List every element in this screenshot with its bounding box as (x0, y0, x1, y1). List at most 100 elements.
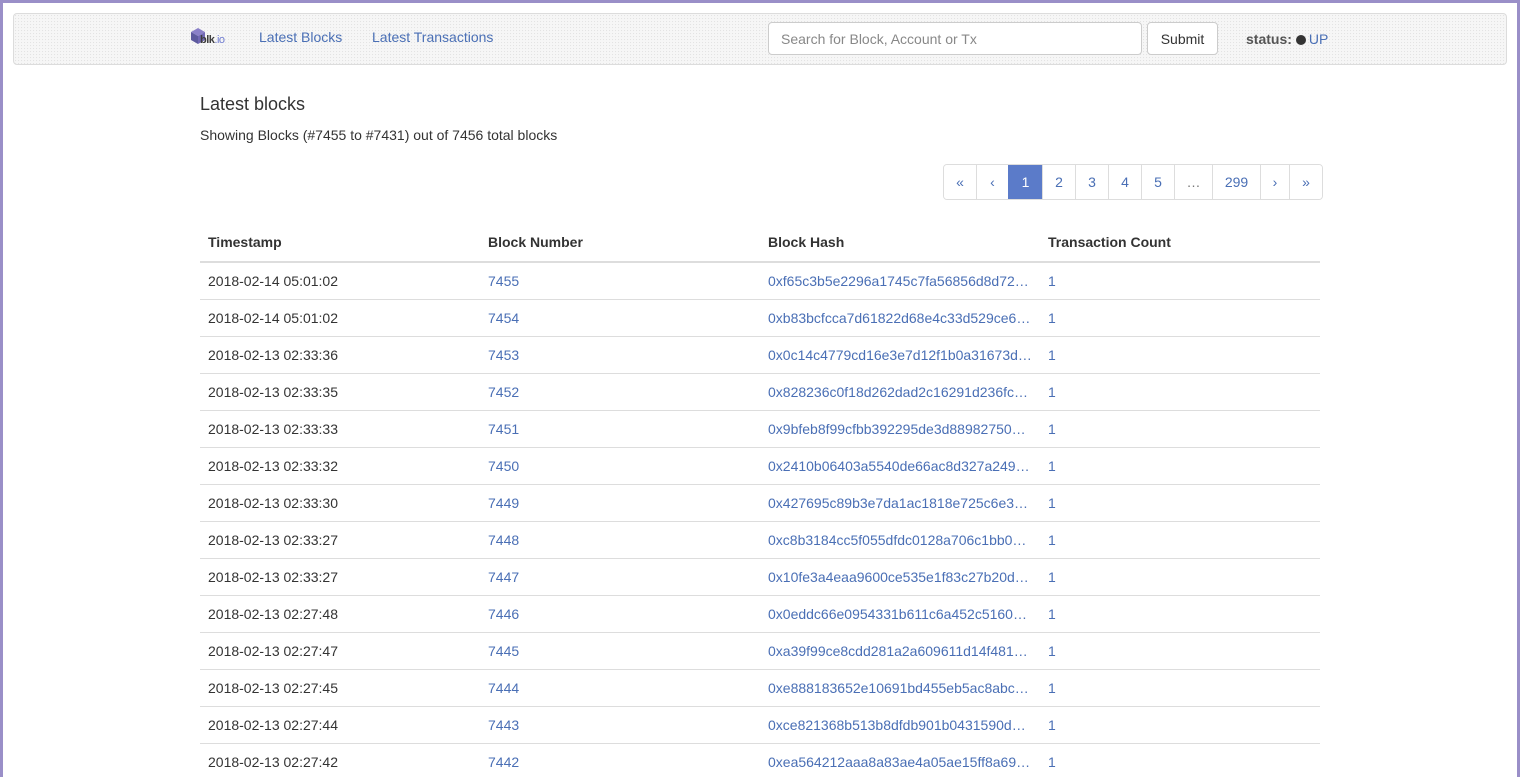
cell-transaction-count-link[interactable]: 1 (1040, 559, 1320, 596)
cell-block-number-link[interactable]: 7454 (480, 300, 760, 337)
page-last-button[interactable]: » (1289, 165, 1322, 199)
cell-block-number-link[interactable]: 7452 (480, 374, 760, 411)
cell-transaction-count-link[interactable]: 1 (1040, 262, 1320, 300)
cell-block-number-link[interactable]: 7451 (480, 411, 760, 448)
brand-logo[interactable]: blk.io (190, 27, 232, 51)
cell-transaction-count-link[interactable]: 1 (1040, 744, 1320, 780)
cell-block-number-link[interactable]: 7448 (480, 522, 760, 559)
cell-block-number-link[interactable]: 7444 (480, 670, 760, 707)
status-dot-icon (1296, 35, 1306, 45)
cell-block-number-link[interactable]: 7446 (480, 596, 760, 633)
table-row: 2018-02-13 02:27:4474430xce821368b513b8d… (200, 707, 1320, 744)
cell-block-hash-link[interactable]: 0xf65c3b5e2296a1745c7fa56856d8d72… (760, 262, 1040, 300)
blocks-summary: Showing Blocks (#7455 to #7431) out of 7… (200, 127, 557, 143)
cell-block-hash-link[interactable]: 0xe888183652e10691bd455eb5ac8abc… (760, 670, 1040, 707)
submit-button[interactable]: Submit (1147, 22, 1218, 55)
cell-timestamp: 2018-02-14 05:01:02 (200, 300, 480, 337)
page-1-button[interactable]: 1 (1008, 165, 1042, 199)
table-row: 2018-02-13 02:27:4274420xea564212aaa8a83… (200, 744, 1320, 780)
cell-block-number-link[interactable]: 7443 (480, 707, 760, 744)
page-2-button[interactable]: 2 (1042, 165, 1075, 199)
cell-transaction-count-link[interactable]: 1 (1040, 596, 1320, 633)
cell-block-hash-link[interactable]: 0x9bfeb8f99cfbb392295de3d88982750… (760, 411, 1040, 448)
page-ellipsis-button: … (1174, 165, 1212, 199)
cell-block-hash-link[interactable]: 0xb83bcfcca7d61822d68e4c33d529ce6… (760, 300, 1040, 337)
cell-block-hash-link[interactable]: 0x828236c0f18d262dad2c16291d236fc… (760, 374, 1040, 411)
cell-transaction-count-link[interactable]: 1 (1040, 337, 1320, 374)
page-3-button[interactable]: 3 (1075, 165, 1108, 199)
nav-latest-transactions[interactable]: Latest Transactions (372, 29, 493, 45)
cell-timestamp: 2018-02-13 02:27:44 (200, 707, 480, 744)
cell-block-hash-link[interactable]: 0xc8b3184cc5f055dfdc0128a706c1bb0… (760, 522, 1040, 559)
cell-timestamp: 2018-02-13 02:33:32 (200, 448, 480, 485)
table-row: 2018-02-14 05:01:0274550xf65c3b5e2296a17… (200, 262, 1320, 300)
cell-transaction-count-link[interactable]: 1 (1040, 411, 1320, 448)
header-timestamp: Timestamp (200, 223, 480, 262)
cell-block-hash-link[interactable]: 0x427695c89b3e7da1ac1818e725c6e3… (760, 485, 1040, 522)
table-header-row: Timestamp Block Number Block Hash Transa… (200, 223, 1320, 262)
cell-block-number-link[interactable]: 7449 (480, 485, 760, 522)
page-prev-button[interactable]: ‹ (976, 165, 1008, 199)
cell-timestamp: 2018-02-13 02:33:27 (200, 559, 480, 596)
cell-timestamp: 2018-02-13 02:33:35 (200, 374, 480, 411)
cell-block-number-link[interactable]: 7445 (480, 633, 760, 670)
status-label: status: (1246, 31, 1292, 47)
pagination: «‹12345…299›» (943, 164, 1323, 200)
blocks-table: Timestamp Block Number Block Hash Transa… (200, 223, 1320, 780)
table-row: 2018-02-13 02:33:3274500x2410b06403a5540… (200, 448, 1320, 485)
page-first-button[interactable]: « (944, 165, 976, 199)
cell-timestamp: 2018-02-13 02:27:45 (200, 670, 480, 707)
cell-block-number-link[interactable]: 7453 (480, 337, 760, 374)
page-299-button[interactable]: 299 (1212, 165, 1260, 199)
cell-transaction-count-link[interactable]: 1 (1040, 300, 1320, 337)
header-block-hash: Block Hash (760, 223, 1040, 262)
cell-block-hash-link[interactable]: 0x0c14c4779cd16e3e7d12f1b0a31673d… (760, 337, 1040, 374)
table-row: 2018-02-13 02:33:3674530x0c14c4779cd16e3… (200, 337, 1320, 374)
table-row: 2018-02-13 02:33:2774470x10fe3a4eaa9600c… (200, 559, 1320, 596)
cell-block-hash-link[interactable]: 0xce821368b513b8dfdb901b0431590d… (760, 707, 1040, 744)
cell-timestamp: 2018-02-13 02:27:48 (200, 596, 480, 633)
table-row: 2018-02-13 02:33:3374510x9bfeb8f99cfbb39… (200, 411, 1320, 448)
table-row: 2018-02-13 02:33:3074490x427695c89b3e7da… (200, 485, 1320, 522)
cell-transaction-count-link[interactable]: 1 (1040, 707, 1320, 744)
cell-block-hash-link[interactable]: 0x0eddc66e0954331b611c6a452c5160… (760, 596, 1040, 633)
table-row: 2018-02-14 05:01:0274540xb83bcfcca7d6182… (200, 300, 1320, 337)
cell-block-hash-link[interactable]: 0x10fe3a4eaa9600ce535e1f83c27b20d… (760, 559, 1040, 596)
cell-transaction-count-link[interactable]: 1 (1040, 670, 1320, 707)
cell-timestamp: 2018-02-13 02:33:27 (200, 522, 480, 559)
cell-transaction-count-link[interactable]: 1 (1040, 485, 1320, 522)
table-row: 2018-02-13 02:27:4874460x0eddc66e0954331… (200, 596, 1320, 633)
cell-timestamp: 2018-02-13 02:27:47 (200, 633, 480, 670)
cell-block-hash-link[interactable]: 0xa39f99ce8cdd281a2a609611d14f481… (760, 633, 1040, 670)
cell-timestamp: 2018-02-13 02:33:30 (200, 485, 480, 522)
nav-latest-blocks[interactable]: Latest Blocks (259, 29, 342, 45)
cell-transaction-count-link[interactable]: 1 (1040, 448, 1320, 485)
cell-timestamp: 2018-02-13 02:27:42 (200, 744, 480, 780)
page-next-button[interactable]: › (1260, 165, 1289, 199)
status-indicator: status: UP (1246, 31, 1328, 47)
navbar: blk.io Latest Blocks Latest Transactions… (13, 13, 1507, 65)
brand-name: blk.io (200, 34, 225, 46)
search-input[interactable] (768, 22, 1142, 55)
cell-block-hash-link[interactable]: 0x2410b06403a5540de66ac8d327a249… (760, 448, 1040, 485)
cell-block-number-link[interactable]: 7455 (480, 262, 760, 300)
table-row: 2018-02-13 02:27:4574440xe888183652e1069… (200, 670, 1320, 707)
cell-block-number-link[interactable]: 7447 (480, 559, 760, 596)
cell-block-hash-link[interactable]: 0xea564212aaa8a83ae4a05ae15ff8a69… (760, 744, 1040, 780)
header-transaction-count: Transaction Count (1040, 223, 1320, 262)
page-5-button[interactable]: 5 (1141, 165, 1174, 199)
cell-timestamp: 2018-02-14 05:01:02 (200, 262, 480, 300)
cell-transaction-count-link[interactable]: 1 (1040, 522, 1320, 559)
status-value[interactable]: UP (1309, 31, 1328, 47)
page-4-button[interactable]: 4 (1108, 165, 1141, 199)
page-title: Latest blocks (200, 94, 305, 115)
cell-transaction-count-link[interactable]: 1 (1040, 633, 1320, 670)
cell-block-number-link[interactable]: 7450 (480, 448, 760, 485)
table-row: 2018-02-13 02:33:2774480xc8b3184cc5f055d… (200, 522, 1320, 559)
cell-block-number-link[interactable]: 7442 (480, 744, 760, 780)
header-block-number: Block Number (480, 223, 760, 262)
table-row: 2018-02-13 02:27:4774450xa39f99ce8cdd281… (200, 633, 1320, 670)
cell-timestamp: 2018-02-13 02:33:33 (200, 411, 480, 448)
table-row: 2018-02-13 02:33:3574520x828236c0f18d262… (200, 374, 1320, 411)
cell-transaction-count-link[interactable]: 1 (1040, 374, 1320, 411)
